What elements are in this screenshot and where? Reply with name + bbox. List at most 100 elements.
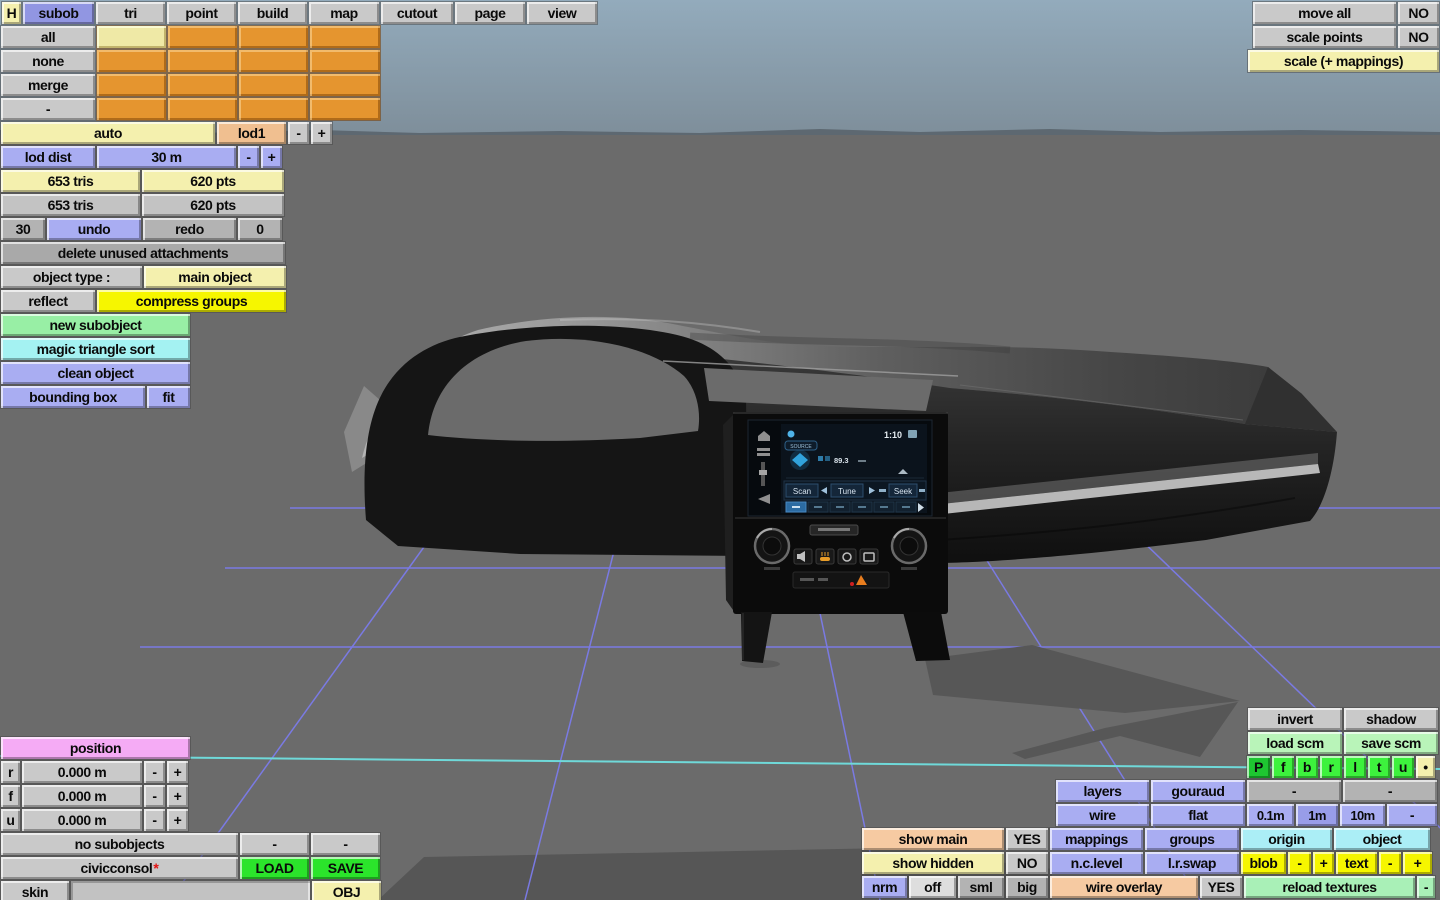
lod1-button[interactable]: lod1: [217, 122, 286, 144]
obj-button[interactable]: OBJ: [312, 881, 381, 900]
skin-button[interactable]: skin: [1, 881, 69, 900]
tab-point[interactable]: point: [167, 2, 236, 24]
nrm-big-button[interactable]: big: [1006, 876, 1048, 898]
show-hidden-button[interactable]: show hidden: [862, 852, 1004, 874]
position-r-plus-button[interactable]: +: [167, 761, 188, 783]
show-main-toggle[interactable]: YES: [1006, 828, 1048, 850]
scale-mappings-button[interactable]: scale (+ mappings): [1248, 50, 1439, 72]
position-u-minus-button[interactable]: -: [144, 809, 165, 831]
grid-1m-button[interactable]: 1m: [1296, 804, 1338, 826]
subob-grid-cell[interactable]: [239, 98, 308, 120]
shadow-button[interactable]: shadow: [1344, 708, 1438, 730]
subob-grid-cell[interactable]: [310, 98, 380, 120]
blob-button[interactable]: blob: [1241, 852, 1286, 874]
lod-dist-minus-button[interactable]: -: [238, 146, 259, 168]
skin-field[interactable]: [71, 881, 310, 900]
reload-textures-button[interactable]: reload textures: [1244, 876, 1415, 898]
lr-swap-button[interactable]: l.r.swap: [1145, 852, 1239, 874]
wire-button[interactable]: wire: [1056, 804, 1149, 826]
delete-unused-attachments-button[interactable]: delete unused attachments: [1, 242, 285, 264]
subob-grid-cell[interactable]: [239, 50, 308, 72]
text-button[interactable]: text: [1336, 852, 1377, 874]
dash-button-2[interactable]: -: [1343, 780, 1437, 802]
flag-f-button[interactable]: f: [1272, 756, 1294, 778]
subob-grid-cell-selected[interactable]: [97, 26, 166, 48]
position-u-plus-button[interactable]: +: [167, 809, 188, 831]
select-all-button[interactable]: all: [1, 26, 95, 48]
tab-subob[interactable]: subob: [23, 2, 94, 24]
subob-grid-cell[interactable]: [310, 50, 380, 72]
move-all-toggle[interactable]: NO: [1398, 2, 1439, 24]
object-type-value[interactable]: main object: [144, 266, 286, 288]
tab-map[interactable]: map: [309, 2, 379, 24]
position-f-value[interactable]: 0.000 m: [22, 785, 142, 807]
show-main-button[interactable]: show main: [862, 828, 1004, 850]
origin-button[interactable]: origin: [1241, 828, 1332, 850]
layers-button[interactable]: layers: [1056, 780, 1149, 802]
position-f-minus-button[interactable]: -: [144, 785, 165, 807]
subob-grid-cell[interactable]: [97, 98, 166, 120]
subob-grid-cell[interactable]: [97, 74, 166, 96]
tab-page[interactable]: page: [455, 2, 525, 24]
lod-minus-button[interactable]: -: [288, 122, 309, 144]
flag-r-button[interactable]: r: [1320, 756, 1342, 778]
select-none-button[interactable]: none: [1, 50, 95, 72]
blob-plus-button[interactable]: +: [1313, 852, 1334, 874]
grid-01m-button[interactable]: 0.1m: [1247, 804, 1294, 826]
invert-button[interactable]: invert: [1248, 708, 1342, 730]
save-button[interactable]: SAVE: [311, 857, 380, 879]
lod-auto-button[interactable]: auto: [1, 122, 215, 144]
grid-10m-button[interactable]: 10m: [1340, 804, 1385, 826]
subob-grid-cell[interactable]: [310, 74, 380, 96]
redo-button[interactable]: redo: [143, 218, 236, 240]
load-scm-button[interactable]: load scm: [1248, 732, 1342, 754]
subob-grid-cell[interactable]: [239, 74, 308, 96]
nc-level-button[interactable]: n.c.level: [1050, 852, 1143, 874]
lod-plus-button[interactable]: +: [311, 122, 332, 144]
text-minus-button[interactable]: -: [1379, 852, 1401, 874]
tab-cutout[interactable]: cutout: [381, 2, 453, 24]
scale-points-toggle[interactable]: NO: [1398, 26, 1439, 48]
compress-groups-button[interactable]: compress groups: [97, 290, 286, 312]
object-button[interactable]: object: [1334, 828, 1430, 850]
wire-overlay-button[interactable]: wire overlay: [1050, 876, 1198, 898]
subob-grid-cell[interactable]: [239, 26, 308, 48]
subob-grid-cell[interactable]: [97, 50, 166, 72]
subob-dash-button[interactable]: -: [1, 98, 95, 120]
grid-minus-button[interactable]: -: [1387, 804, 1437, 826]
wire-overlay-toggle[interactable]: YES: [1200, 876, 1242, 898]
flag-t-button[interactable]: t: [1368, 756, 1390, 778]
subob-grid-cell[interactable]: [168, 50, 237, 72]
blob-minus-button[interactable]: -: [1288, 852, 1311, 874]
nrm-button[interactable]: nrm: [862, 876, 907, 898]
fit-button[interactable]: fit: [147, 386, 190, 408]
nrm-sml-button[interactable]: sml: [958, 876, 1004, 898]
reload-textures-minus-button[interactable]: -: [1417, 876, 1435, 898]
gouraud-button[interactable]: gouraud: [1151, 780, 1245, 802]
tab-h[interactable]: H: [2, 2, 21, 24]
load-button[interactable]: LOAD: [240, 857, 309, 879]
model-name-field[interactable]: civicconsol *: [1, 857, 238, 879]
show-hidden-toggle[interactable]: NO: [1006, 852, 1048, 874]
scale-points-button[interactable]: scale points: [1253, 26, 1396, 48]
position-f-plus-button[interactable]: +: [167, 785, 188, 807]
flag-b-button[interactable]: b: [1296, 756, 1318, 778]
flag-u-button[interactable]: u: [1392, 756, 1414, 778]
tab-tri[interactable]: tri: [96, 2, 165, 24]
position-r-value[interactable]: 0.000 m: [22, 761, 142, 783]
dot-button[interactable]: •: [1416, 756, 1435, 778]
bounding-box-button[interactable]: bounding box: [1, 386, 145, 408]
tab-build[interactable]: build: [238, 2, 307, 24]
tab-view[interactable]: view: [527, 2, 597, 24]
subob-grid-cell[interactable]: [168, 26, 237, 48]
reflect-button[interactable]: reflect: [1, 290, 95, 312]
subobject-dash-button[interactable]: -: [240, 833, 309, 855]
lod-dist-value[interactable]: 30 m: [97, 146, 236, 168]
subobject-dash-button2[interactable]: -: [311, 833, 380, 855]
magic-triangle-sort-button[interactable]: magic triangle sort: [1, 338, 190, 360]
lod-dist-plus-button[interactable]: +: [261, 146, 282, 168]
flag-l-button[interactable]: l: [1344, 756, 1366, 778]
dash-button-1[interactable]: -: [1247, 780, 1341, 802]
clean-object-button[interactable]: clean object: [1, 362, 190, 384]
groups-button[interactable]: groups: [1145, 828, 1239, 850]
